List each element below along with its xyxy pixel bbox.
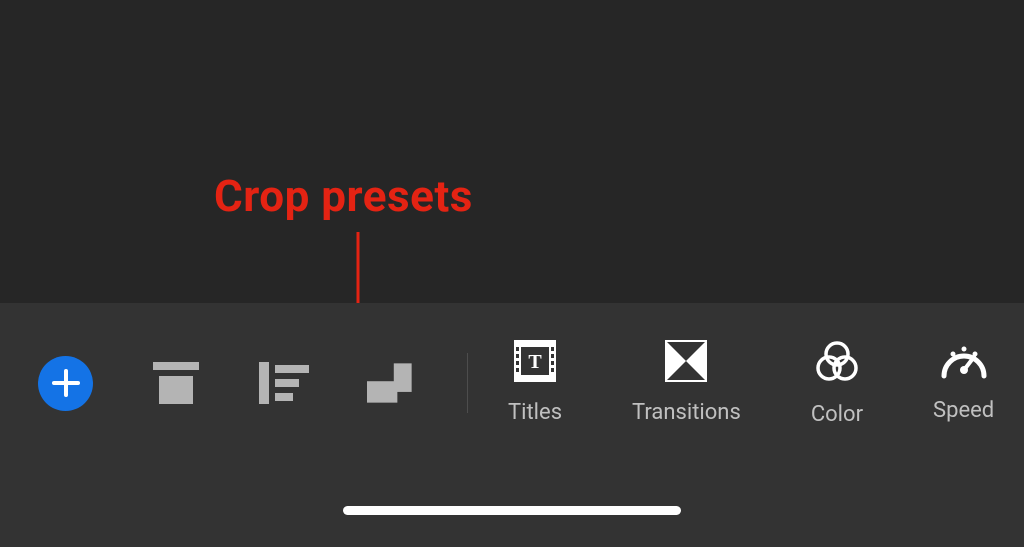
list-button[interactable] <box>259 363 309 403</box>
color-icon <box>815 340 859 384</box>
toolbar-panel: T Titles Transitions Color <box>0 303 1024 547</box>
left-tools-group <box>0 356 417 411</box>
home-indicator[interactable] <box>343 506 681 515</box>
speed-button[interactable]: Speed <box>933 340 994 423</box>
toolbar: T Titles Transitions Color <box>0 303 1024 463</box>
speed-icon <box>940 340 988 380</box>
list-icon <box>259 362 309 404</box>
transitions-label: Transitions <box>632 400 741 425</box>
plus-icon <box>51 368 81 398</box>
annotation-label: Crop presets <box>214 170 473 222</box>
color-button[interactable]: Color <box>811 340 863 427</box>
preview-area: Crop presets <box>0 0 1024 303</box>
svg-text:T: T <box>528 351 542 373</box>
crop-presets-icon <box>367 361 417 405</box>
speed-label: Speed <box>933 398 994 423</box>
color-label: Color <box>811 402 863 427</box>
transitions-icon <box>665 340 707 382</box>
titles-icon: T <box>514 340 556 382</box>
titles-label: Titles <box>508 400 562 425</box>
add-button[interactable] <box>38 356 93 411</box>
transitions-button[interactable]: Transitions <box>632 340 741 425</box>
right-tools-group: T Titles Transitions Color <box>508 340 994 427</box>
project-icon <box>151 362 201 404</box>
crop-presets-button[interactable] <box>367 363 417 403</box>
titles-button[interactable]: T Titles <box>508 340 562 425</box>
project-button[interactable] <box>151 363 201 403</box>
toolbar-divider <box>467 353 468 413</box>
